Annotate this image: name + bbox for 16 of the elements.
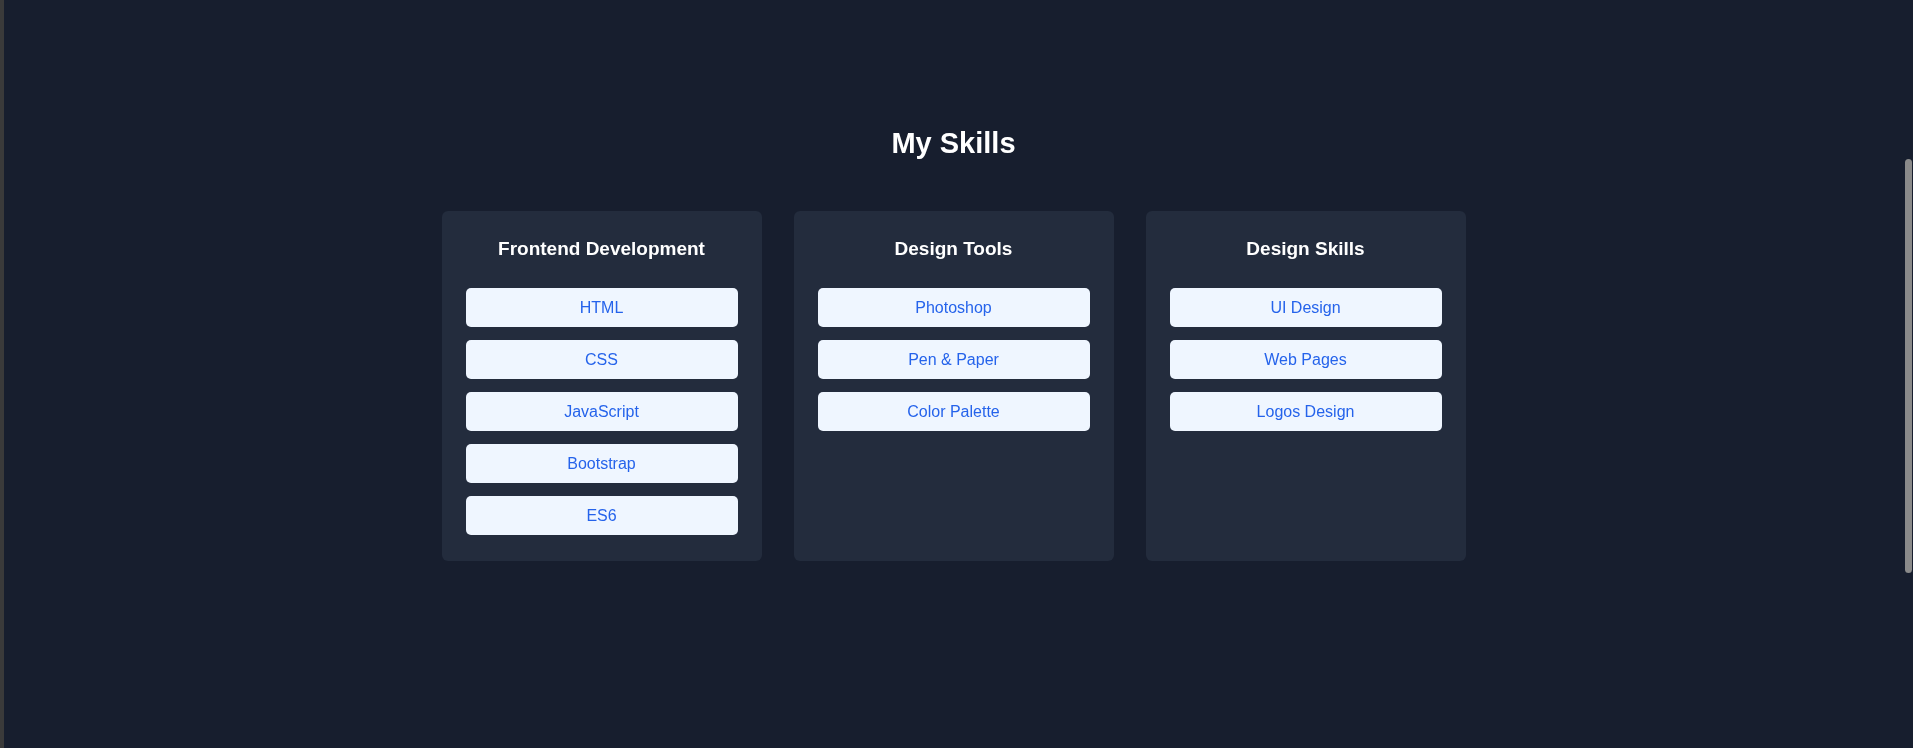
skill-tag: UI Design [1169,288,1442,327]
skill-tag: Logos Design [1169,392,1442,431]
skill-tag: CSS [465,340,738,379]
skill-tag: Photoshop [817,288,1090,327]
scrollbar-thumb[interactable] [1905,159,1912,573]
card-heading: Frontend Development [498,237,705,261]
skill-tag: Bootstrap [465,444,738,483]
skill-tag: Color Palette [817,392,1090,431]
skill-tag: Web Pages [1169,340,1442,379]
skill-tag: JavaScript [465,392,738,431]
card-heading: Design Skills [1246,237,1365,261]
skill-tag: Pen & Paper [817,340,1090,379]
skill-tag: HTML [465,288,738,327]
card-heading: Design Tools [894,237,1013,261]
skill-tag: ES6 [465,496,738,535]
section-title: My Skills [891,126,1016,161]
